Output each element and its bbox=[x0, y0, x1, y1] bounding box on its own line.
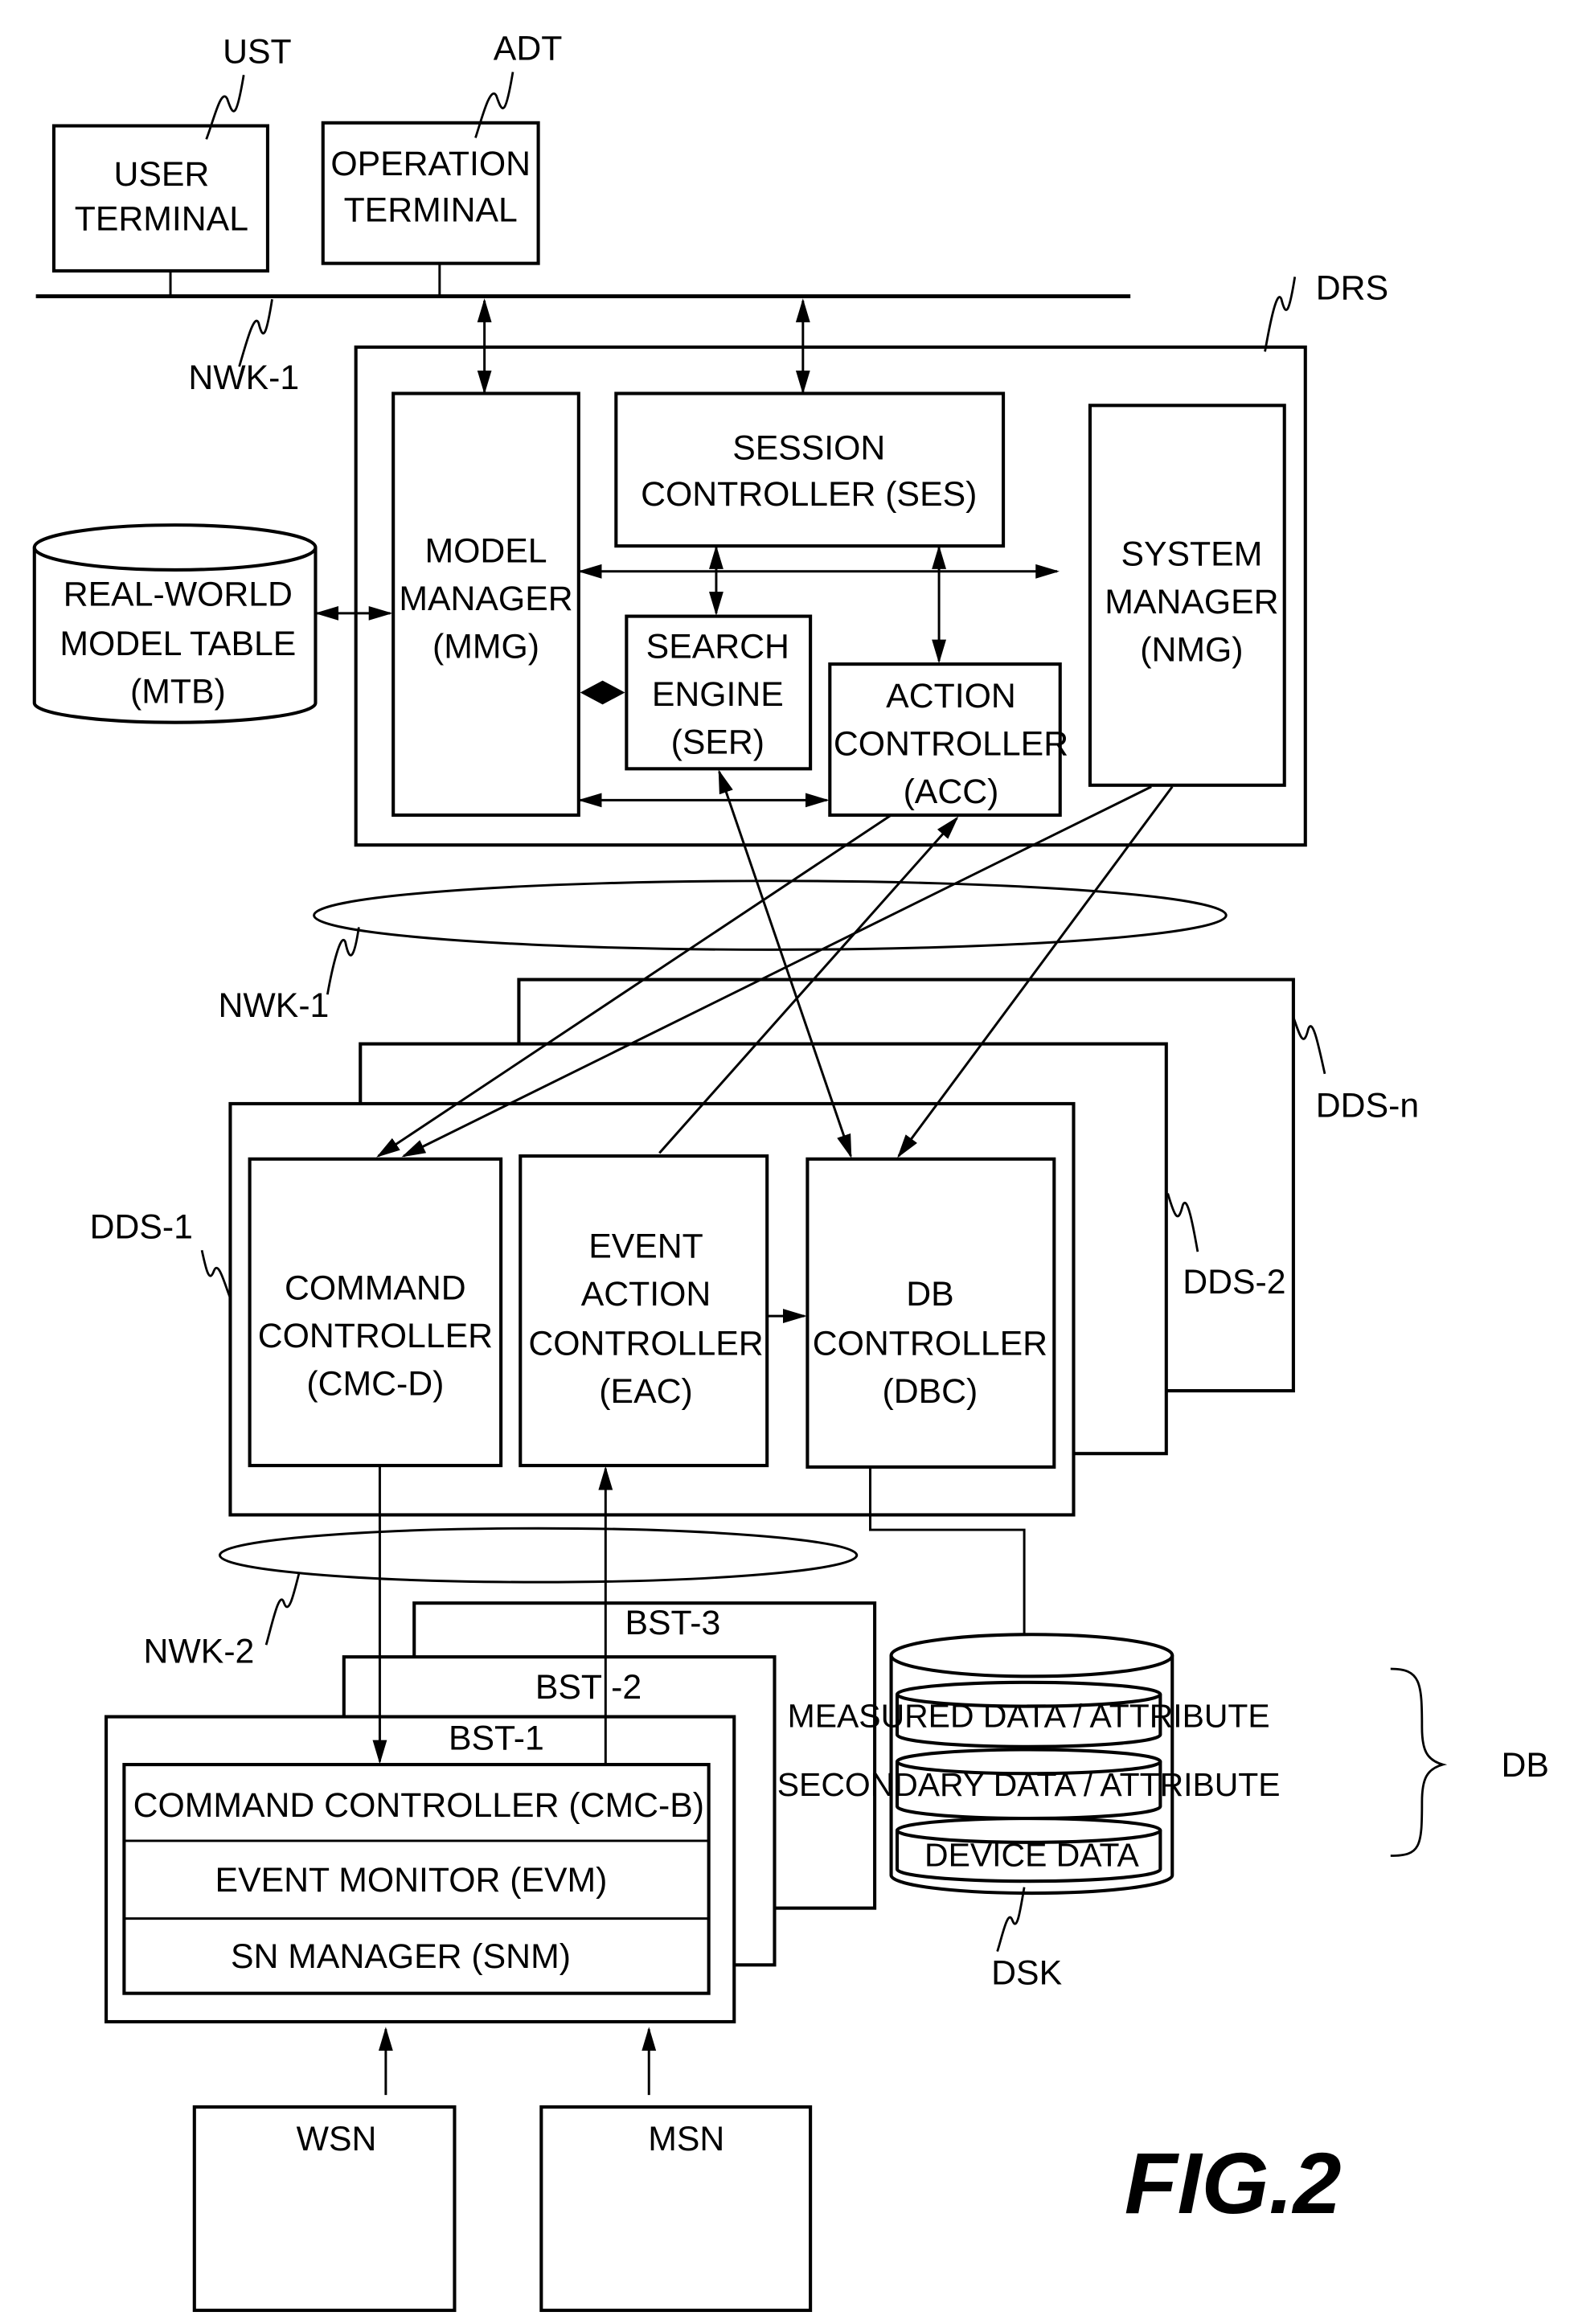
figure-title: FIG.2 bbox=[1125, 2134, 1342, 2232]
drs-ref-label: DRS bbox=[1316, 268, 1388, 307]
operation-terminal: OPERATION TERMINAL bbox=[321, 121, 540, 265]
action-controller-label-2: CONTROLLER bbox=[834, 725, 1068, 764]
action-controller-label-1: ACTION bbox=[886, 677, 1016, 715]
bst-3-label: BST-3 bbox=[625, 1604, 720, 1642]
dds-1-leader bbox=[200, 1249, 232, 1299]
wsn-label: WSN bbox=[297, 2120, 377, 2158]
dds-n-leader bbox=[1292, 1016, 1326, 1075]
db-controller: DB CONTROLLER (DBC) bbox=[805, 1157, 1056, 1469]
action-controller-label-3: (ACC) bbox=[904, 773, 999, 811]
msn-label: MSN bbox=[648, 2120, 724, 2158]
eac-label-1: EVENT bbox=[588, 1228, 703, 1266]
session-controller-label-1: SESSION bbox=[732, 428, 885, 467]
adt-ref-label: ADT bbox=[494, 30, 563, 68]
command-controller-dds: COMMAND CONTROLLER (CMC-D) bbox=[248, 1157, 503, 1468]
sensor-node-wsn: WSN bbox=[192, 2105, 457, 2313]
operation-terminal-label-1: OPERATION bbox=[330, 145, 531, 183]
system-diagram: USER TERMINAL UST OPERATION TERMINAL ADT… bbox=[32, 30, 1549, 2313]
user-terminal-label-1: USER bbox=[113, 155, 209, 194]
dbc-label-3: (DBC) bbox=[883, 1372, 978, 1411]
cmc-b-label: COMMAND CONTROLLER (CMC-B) bbox=[133, 1786, 704, 1825]
nwk-2-network-leader bbox=[264, 1572, 301, 1646]
nwk-1-bus-leader bbox=[238, 299, 273, 367]
model-table-label-3: (MTB) bbox=[130, 672, 226, 711]
nwk-1-network-leader bbox=[326, 927, 360, 995]
snm-label: SN MANAGER (SNM) bbox=[231, 1937, 571, 1976]
eac-label-4: (EAC) bbox=[599, 1372, 692, 1411]
system-manager-label-1: SYSTEM bbox=[1121, 535, 1262, 573]
user-terminal-label-2: TERMINAL bbox=[75, 200, 248, 239]
dbc-label-2: CONTROLLER bbox=[813, 1324, 1047, 1363]
model-manager-label-3: (MMG) bbox=[432, 628, 539, 666]
nwk-2-network-ellipse bbox=[218, 1527, 859, 1584]
db-layer-device: DEVICE DATA bbox=[895, 1816, 1162, 1883]
base-station-modules: COMMAND CONTROLLER (CMC-B) EVENT MONITOR… bbox=[122, 1763, 711, 1995]
drs-leader bbox=[1264, 277, 1297, 352]
action-controller: ACTION CONTROLLER (ACC) bbox=[828, 662, 1068, 818]
nwk-2-network-label: NWK-2 bbox=[144, 1633, 255, 1671]
dbc-label-1: DB bbox=[906, 1275, 953, 1314]
db-brace bbox=[1390, 1667, 1448, 1857]
search-engine: SEARCH ENGINE (SER) bbox=[625, 614, 813, 771]
search-engine-label-2: ENGINE bbox=[652, 675, 784, 714]
model-table-label-2: MODEL TABLE bbox=[59, 625, 296, 663]
session-controller-label-2: CONTROLLER (SES) bbox=[641, 475, 977, 514]
cmc-d-label-2: CONTROLLER bbox=[258, 1317, 493, 1355]
model-table-label-1: REAL-WORLD bbox=[64, 576, 293, 614]
system-manager-label-3: (NMG) bbox=[1140, 630, 1243, 669]
search-engine-label-1: SEARCH bbox=[646, 628, 789, 666]
session-controller: SESSION CONTROLLER (SES) bbox=[614, 391, 1006, 548]
event-action-controller: EVENT ACTION CONTROLLER (EAC) bbox=[519, 1154, 769, 1468]
cmc-d-label-1: COMMAND bbox=[285, 1269, 466, 1308]
db-layer-secondary-label: SECONDARY DATA / ATTRIBUTE bbox=[777, 1766, 1281, 1803]
db-ref-label: DB bbox=[1501, 1746, 1548, 1785]
nwk-1-network-ellipse bbox=[313, 879, 1228, 951]
dsk-leader bbox=[996, 1887, 1026, 1953]
bst-1-label: BST-1 bbox=[449, 1719, 544, 1757]
nwk-1-bus-label: NWK-1 bbox=[188, 359, 299, 397]
system-manager-label-2: MANAGER bbox=[1105, 583, 1278, 621]
model-manager: MODEL MANAGER (MMG) bbox=[391, 391, 580, 818]
dds-2-ref-label: DDS-2 bbox=[1183, 1263, 1285, 1301]
dsk-ref-label: DSK bbox=[991, 1954, 1062, 1993]
model-manager-label-2: MANAGER bbox=[399, 580, 572, 618]
dds-1-ref-label: DDS-1 bbox=[90, 1207, 193, 1246]
sensor-node-msn: MSN bbox=[539, 2105, 813, 2313]
ust-ref-label: UST bbox=[223, 32, 292, 71]
eac-label-3: CONTROLLER bbox=[528, 1324, 763, 1363]
nwk-1-network-label: NWK-1 bbox=[219, 986, 330, 1025]
dds-n-ref-label: DDS-n bbox=[1316, 1087, 1419, 1125]
db-layer-measured-label: MEASURED DATA / ATTRIBUTE bbox=[788, 1698, 1270, 1735]
cmc-d-label-3: (CMC-D) bbox=[306, 1365, 444, 1404]
model-manager-label-1: MODEL bbox=[424, 532, 547, 571]
eac-label-2: ACTION bbox=[581, 1275, 711, 1314]
system-manager: SYSTEM MANAGER (NMG) bbox=[1088, 404, 1286, 787]
real-world-model-table: REAL-WORLD MODEL TABLE (MTB) bbox=[32, 523, 318, 724]
search-engine-label-3: (SER) bbox=[671, 723, 765, 762]
user-terminal: USER TERMINAL bbox=[51, 124, 269, 273]
evm-label: EVENT MONITOR (EVM) bbox=[215, 1861, 608, 1900]
db-layer-device-label: DEVICE DATA bbox=[924, 1837, 1139, 1874]
bst-2-label: BST -2 bbox=[535, 1668, 642, 1707]
operation-terminal-label-2: TERMINAL bbox=[344, 191, 518, 230]
